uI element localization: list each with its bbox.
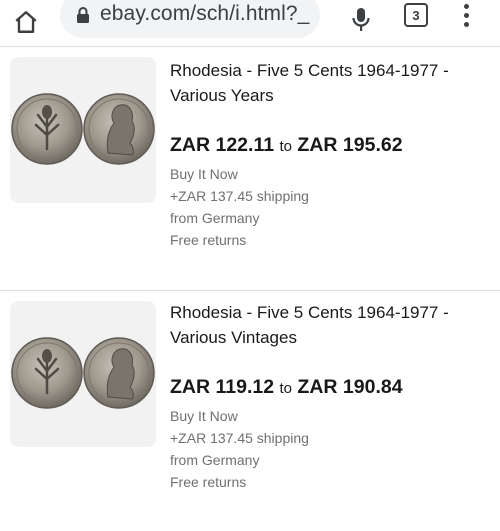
- price-low: ZAR 122.11: [170, 134, 275, 156]
- price-separator: to: [279, 138, 292, 155]
- listing-returns: Free returns: [170, 474, 247, 490]
- listing-thumbnail[interactable]: [10, 57, 156, 203]
- listing-format: Buy It Now: [170, 166, 238, 182]
- listing-item[interactable]: Rhodesia - Five 5 Cents 1964-1977 - Vari…: [0, 291, 500, 531]
- listing-location: from Germany: [170, 452, 260, 468]
- coin-photo: [11, 93, 155, 165]
- url-text: ebay.com/sch/i.html?_: [100, 2, 310, 25]
- home-button[interactable]: [6, 4, 46, 40]
- listing-shipping: +ZAR 137.45 shipping: [170, 430, 309, 446]
- listing-format: Buy It Now: [170, 408, 238, 424]
- tab-switcher-button[interactable]: 3: [404, 3, 428, 27]
- tab-count: 3: [412, 7, 420, 23]
- price-separator: to: [279, 380, 292, 397]
- address-bar[interactable]: ebay.com/sch/i.html?_: [60, 0, 320, 38]
- lock-icon: [77, 7, 89, 23]
- price-high: ZAR 195.62: [297, 134, 403, 156]
- listing-title[interactable]: Rhodesia - Five 5 Cents 1964-1977 - Vari…: [170, 58, 490, 108]
- price-high: ZAR 190.84: [297, 376, 403, 398]
- listing-thumbnail[interactable]: [10, 301, 156, 447]
- coin-photo: [11, 337, 155, 409]
- listing-returns: Free returns: [170, 232, 247, 248]
- listing-item[interactable]: Rhodesia - Five 5 Cents 1964-1977 - Vari…: [0, 47, 500, 287]
- listing-location: from Germany: [170, 210, 260, 226]
- voice-search-button[interactable]: [344, 2, 378, 38]
- listing-title[interactable]: Rhodesia - Five 5 Cents 1964-1977 - Vari…: [170, 300, 490, 350]
- browser-toolbar: ebay.com/sch/i.html?_ 3: [0, 0, 500, 46]
- listing-shipping: +ZAR 137.45 shipping: [170, 188, 309, 204]
- microphone-icon: [352, 8, 370, 31]
- more-vert-icon[interactable]: [456, 0, 476, 30]
- price-low: ZAR 119.12: [170, 376, 275, 398]
- listing-price: ZAR 122.11 to ZAR 195.62: [170, 134, 403, 157]
- home-icon: [15, 11, 37, 33]
- listing-price: ZAR 119.12 to ZAR 190.84: [170, 376, 403, 399]
